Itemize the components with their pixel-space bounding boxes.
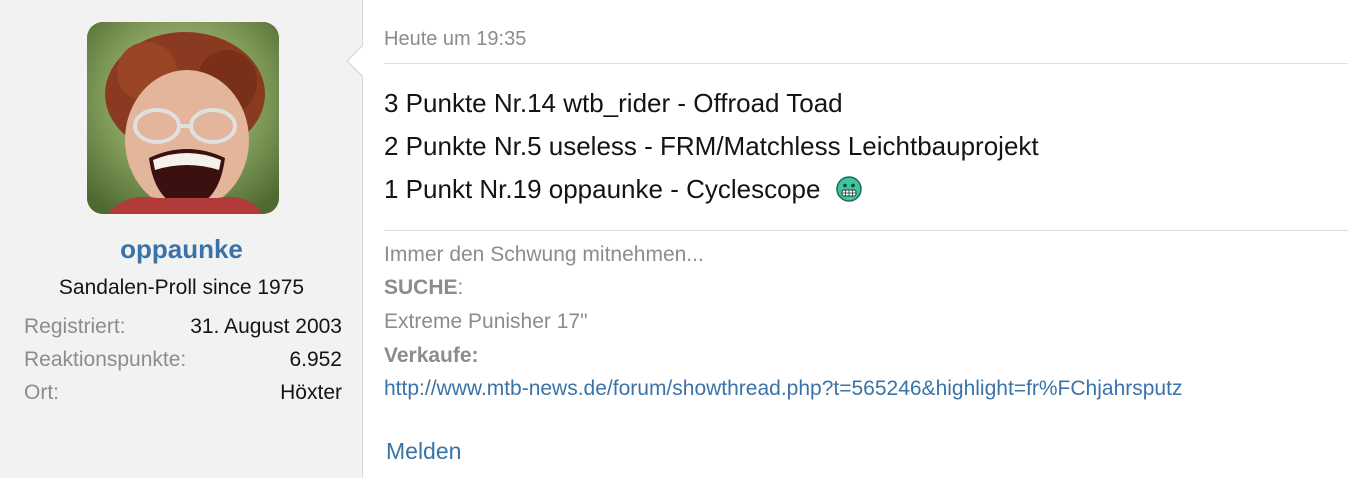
signature-divider <box>384 230 1348 231</box>
username-link[interactable]: oppaunke <box>0 234 363 265</box>
message-arrow-inner <box>348 45 364 77</box>
post-date[interactable]: Heute um 19:35 <box>384 28 526 51</box>
info-key: Reaktionspunkte: <box>24 348 187 371</box>
message-content: Heute um 19:35 3 Punkte Nr.14 wtb_rider … <box>363 0 1348 478</box>
info-value: 31. August 2003 <box>190 315 342 338</box>
signature-text: Immer den Schwung mitnehmen... <box>384 243 704 266</box>
signature-sale-link[interactable]: http://www.mtb-news.de/forum/showthread.… <box>384 377 1182 401</box>
signature-search-label: SUCHE <box>384 276 458 299</box>
user-info-row: Registriert: 31. August 2003 <box>24 315 342 339</box>
user-info-row: Reaktionspunkte: 6.952 <box>24 348 342 372</box>
report-link[interactable]: Melden <box>386 438 461 465</box>
message-line: 2 Punkte Nr.5 useless - FRM/Matchless Le… <box>384 131 1039 161</box>
forum-post: oppaunke Sandalen-Proll since 1975 Regis… <box>0 0 1348 478</box>
info-key: Registriert: <box>24 315 126 338</box>
sale-label: Verkaufe: <box>384 344 479 367</box>
avatar[interactable] <box>87 22 279 214</box>
signature-search-item: Extreme Punisher 17" <box>384 310 588 333</box>
info-value: 6.952 <box>289 348 342 371</box>
signature-sale-label: Verkaufe: <box>384 344 479 368</box>
user-sidebar: oppaunke Sandalen-Proll since 1975 Regis… <box>0 0 363 478</box>
grin-smiley-icon <box>835 176 862 202</box>
user-title: Sandalen-Proll since 1975 <box>58 276 305 299</box>
message-line-with-smiley: 1 Punkt Nr.19 oppaunke - Cyclescope <box>384 174 862 205</box>
divider <box>384 63 1348 64</box>
info-key: Ort: <box>24 381 59 404</box>
info-value: Höxter <box>280 381 342 404</box>
avatar-image <box>87 22 279 214</box>
user-info-row: Ort: Höxter <box>24 381 342 405</box>
message-line: 3 Punkte Nr.14 wtb_rider - Offroad Toad <box>384 88 843 118</box>
signature-colon: : <box>457 276 464 299</box>
signature-search: SUCHE: <box>384 276 463 300</box>
message-line: 1 Punkt Nr.19 oppaunke - Cyclescope <box>384 174 821 204</box>
